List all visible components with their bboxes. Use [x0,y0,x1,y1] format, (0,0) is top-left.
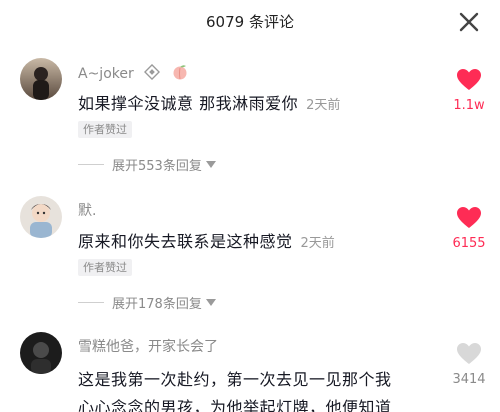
comment-text: 如果撑伞没诚意 那我淋雨爱你 2天前 [78,94,341,113]
comment-username[interactable]: 默. [78,200,96,220]
close-icon[interactable] [456,9,482,35]
like-control[interactable]: 1.1w [446,68,492,113]
comment-time: 2天前 [306,98,341,113]
avatar[interactable] [20,332,62,374]
peach-badge-icon [171,64,189,84]
heart-icon[interactable] [456,342,482,366]
like-control[interactable]: 6155 [446,206,492,251]
like-count: 1.1w [453,98,485,113]
author-liked-badge: 作者赞过 [78,121,132,138]
diamond-badge-icon [144,63,161,84]
avatar[interactable] [20,196,62,238]
like-count: 3414 [452,372,486,387]
caret-down-icon [205,160,216,168]
author-liked-badge: 作者赞过 [78,259,132,276]
avatar[interactable] [20,58,62,100]
like-count: 6155 [452,236,486,251]
comment-username[interactable]: A~joker [78,63,189,84]
comment-count-title: 6079 条评论 [206,13,294,31]
divider-line [78,163,104,165]
comment-text-line: 心心念念的男孩，为他举起灯牌，他便知道 [78,398,392,412]
expand-replies-button[interactable]: 展开553条回复 [78,155,216,174]
comment-text-line: 这是我第一次赴约，第一次去见一见那个我 [78,370,392,389]
like-control[interactable]: 3414 [446,342,492,387]
heart-icon[interactable] [456,68,482,92]
caret-down-icon [205,298,216,306]
comments-header: 6079 条评论 [0,0,500,42]
heart-icon[interactable] [456,206,482,230]
expand-replies-button[interactable]: 展开178条回复 [78,293,216,312]
divider-line [78,301,104,303]
comment-text: 原来和你失去联系是这种感觉 2天前 [78,232,335,251]
comment-time: 2天前 [300,236,335,251]
comment-username[interactable]: 雪糕他爸，开家长会了 [78,336,218,356]
